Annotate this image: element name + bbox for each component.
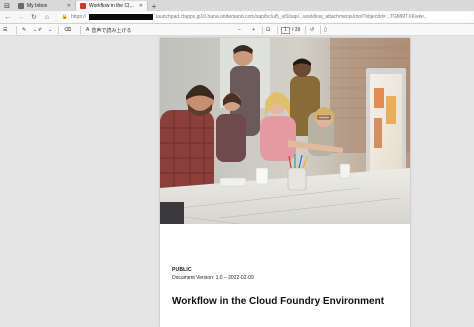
toolbar-divider [277, 26, 278, 34]
highlight-chevron-icon[interactable]: ⌄ [48, 25, 52, 35]
address-bar[interactable]: 🔒 https:// launchpad.cfapps.jp10.hana.on… [57, 12, 474, 22]
cover-photo [160, 38, 410, 224]
tab-title: My Inbox [27, 3, 48, 9]
page-view-icon[interactable]: ▯ [324, 25, 327, 35]
pdf-toolbar: ☰ ✎ ⌄ ✐ ⌄ ⌫ A 音声で読み上げる − + ⊡ 1 / 39 ↺ ▯ [0, 24, 474, 36]
lock-icon: 🔒 [61, 14, 69, 20]
highlight-icon: ✐ [38, 27, 43, 33]
draw-icon[interactable]: ✎ [22, 25, 26, 35]
read-aloud-button[interactable]: A 音声で読み上げる [86, 25, 131, 35]
read-aloud-label: 音声で読み上げる [91, 27, 132, 34]
erase-button[interactable]: ⌫ [64, 25, 71, 35]
navigation-bar: ← → ↻ ⌂ 🔒 https:// launchpad.cfapps.jp10… [0, 11, 474, 24]
url-text: launchpad.cfapps.jp10.hana.ondemand.com/… [156, 14, 429, 20]
close-tab-icon[interactable]: ✕ [67, 3, 71, 9]
tab-my-inbox[interactable]: My Inbox ✕ [14, 1, 76, 11]
toolbar-divider [305, 26, 306, 34]
tab-strip: ⊟ My Inbox ✕ Workflow in the Cloud Found… [0, 0, 474, 11]
toolbar-divider [16, 26, 17, 34]
redacted-region [89, 14, 154, 20]
current-page-field[interactable]: 1 [281, 26, 290, 34]
tab-workflow-pdf[interactable]: Workflow in the Cloud Foundry E ✕ [76, 1, 148, 11]
pdf-favicon-icon [80, 3, 86, 9]
rotate-icon[interactable]: ↺ [310, 25, 314, 35]
forward-icon[interactable]: → [15, 12, 27, 23]
tab-title: Workflow in the Cloud Foundry E [89, 3, 136, 9]
new-tab-icon[interactable]: + [148, 1, 160, 11]
back-icon[interactable]: ← [2, 12, 14, 23]
total-pages: / 39 [292, 27, 301, 33]
zoom-in-icon[interactable]: + [252, 25, 255, 35]
read-aloud-icon: A [86, 27, 90, 33]
toolbar-divider [58, 26, 59, 34]
document-version: Document Version: 1.0 – 2022-02-09 [172, 275, 254, 281]
eraser-icon: ⌫ [64, 27, 72, 33]
document-classification: PUBLIC [172, 267, 192, 273]
refresh-icon[interactable]: ↻ [28, 12, 40, 23]
fit-page-icon[interactable]: ⊡ [266, 25, 270, 35]
zoom-out-icon[interactable]: − [238, 25, 241, 35]
inbox-favicon-icon [18, 3, 24, 9]
url-scheme: https:// [71, 14, 87, 20]
toolbar-divider [80, 26, 81, 34]
document-title: Workflow in the Cloud Foundry Environmen… [172, 296, 385, 307]
highlight-button[interactable]: ✐ [38, 25, 42, 35]
pdf-page: PUBLIC Document Version: 1.0 – 2022-02-0… [160, 38, 410, 327]
toolbar-divider [262, 26, 263, 34]
home-icon[interactable]: ⌂ [41, 12, 53, 23]
window-menu-icon[interactable]: ⊟ [0, 0, 14, 11]
highlight-chevron-icon[interactable]: ⌄ [33, 25, 37, 35]
page-number-input[interactable]: 1 / 39 [281, 25, 300, 35]
close-tab-icon[interactable]: ✕ [139, 3, 143, 9]
toolbar-divider [320, 26, 321, 34]
contents-icon[interactable]: ☰ [3, 25, 7, 35]
